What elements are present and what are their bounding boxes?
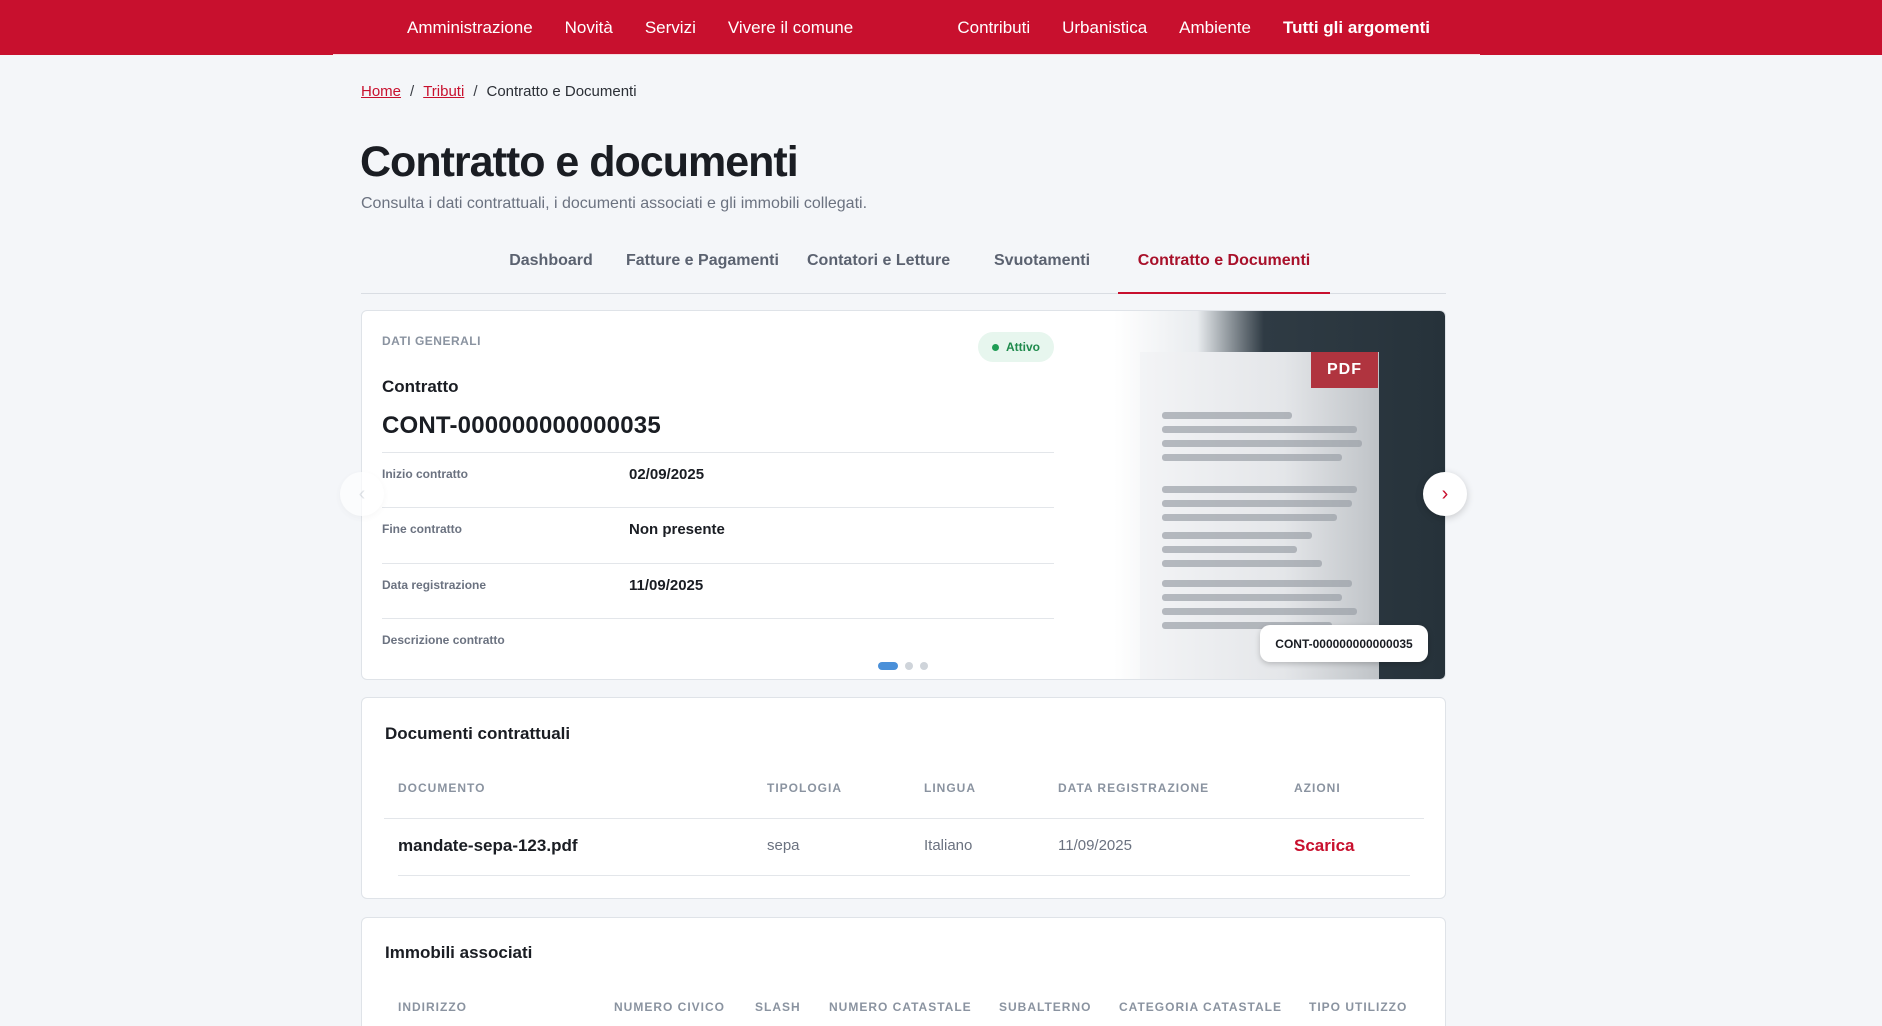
nav-link-urbanistica[interactable]: Urbanistica (1062, 18, 1147, 38)
section-tabs: Dashboard Fatture e Pagamenti Contatori … (361, 240, 1446, 294)
status-badge: Attivo (978, 332, 1054, 362)
nav-link-vivere-il-comune[interactable]: Vivere il comune (728, 18, 853, 38)
document-text-line (1162, 412, 1292, 419)
pdf-preview-label: CONT-000000000000035 (1260, 625, 1428, 662)
breadcrumb-separator: / (410, 83, 415, 100)
documents-panel: Documenti contrattuali DOCUMENTO TIPOLOG… (361, 697, 1446, 899)
topics-menu: Contributi Urbanistica Ambiente Tutti gl… (925, 0, 1430, 55)
column-header-numero-catastale: NUMERO CATASTALE (829, 1000, 972, 1014)
field-row-inizio-contratto: Inizio contratto 02/09/2025 (382, 452, 1054, 507)
field-label: Descrizione contratto (382, 633, 505, 647)
column-header-indirizzo: INDIRIZZO (398, 1000, 467, 1014)
nav-link-servizi[interactable]: Servizi (645, 18, 696, 38)
carousel-dot[interactable] (920, 662, 928, 670)
document-text-line (1162, 608, 1357, 615)
column-header-data-registrazione: DATA REGISTRAZIONE (1058, 781, 1210, 795)
table-divider (398, 875, 1410, 876)
field-label: Data registrazione (382, 578, 487, 592)
column-header-categoria-catastale: CATEGORIA CATASTALE (1119, 1000, 1282, 1014)
tab-contatori-e-letture[interactable]: Contatori e Letture (807, 252, 950, 294)
contract-label: Contratto (382, 377, 459, 396)
document-text-line (1162, 580, 1352, 587)
documents-panel-title: Documenti contrattuali (385, 724, 571, 743)
status-dot-icon (992, 343, 999, 351)
chevron-right-icon: › (1441, 483, 1449, 505)
tab-svuotamenti[interactable]: Svuotamenti (994, 252, 1090, 294)
nav-link-novita[interactable]: Novità (565, 18, 613, 38)
field-value: 02/09/2025 (629, 466, 705, 483)
document-text-line (1162, 500, 1352, 507)
page-title: Contratto e documenti (360, 138, 799, 186)
document-text-line (1162, 594, 1342, 601)
column-header-slash: SLASH (755, 1000, 801, 1014)
breadcrumb-tributi-link[interactable]: Tributi (423, 83, 464, 100)
breadcrumb-home-link[interactable]: Home (361, 83, 401, 100)
column-header-subalterno: SUBALTERNO (999, 1000, 1092, 1014)
document-text-line (1162, 486, 1357, 493)
document-text-line (1162, 440, 1362, 447)
carousel-dot[interactable] (905, 662, 913, 670)
document-text-line (1162, 560, 1322, 567)
document-text-line (1162, 454, 1342, 461)
section-kicker: DATI GENERALI (382, 334, 481, 348)
carousel-dot-active[interactable] (878, 662, 898, 670)
page-subtitle: Consulta i dati contrattuali, i document… (361, 195, 868, 212)
nav-link-amministrazione[interactable]: Amministrazione (407, 18, 533, 38)
document-text-line (1162, 532, 1312, 539)
field-label: Inizio contratto (382, 467, 468, 481)
carousel-next-button[interactable]: › (1423, 472, 1467, 516)
tab-contratto-e-documenti[interactable]: Contratto e Documenti (1118, 252, 1330, 294)
nav-link-tutti-gli-argomenti[interactable]: Tutti gli argomenti (1283, 18, 1430, 38)
field-label: Fine contratto (382, 522, 462, 536)
column-header-tipo-utilizzo: TIPO UTILIZZO (1309, 1000, 1408, 1014)
field-value: 11/09/2025 (629, 577, 704, 594)
table-divider (384, 818, 1424, 819)
breadcrumb-current: Contratto e Documenti (486, 83, 637, 100)
document-text-line (1162, 514, 1337, 521)
document-date: 11/09/2025 (1058, 837, 1132, 854)
chevron-left-icon: ‹ (358, 483, 366, 505)
document-text-line (1162, 426, 1357, 433)
carousel-previous-button[interactable]: ‹ (340, 472, 384, 516)
field-row-data-registrazione: Data registrazione 11/09/2025 (382, 563, 1054, 618)
carousel-pagination (878, 662, 928, 670)
field-value: Non presente (629, 521, 725, 538)
document-text-line (1162, 546, 1297, 553)
tab-fatture-e-pagamenti[interactable]: Fatture e Pagamenti (626, 252, 779, 294)
column-header-lingua: LINGUA (924, 781, 976, 795)
document-name: mandate-sepa-123.pdf (398, 836, 578, 855)
column-header-documento: DOCUMENTO (398, 781, 486, 795)
breadcrumb-separator: / (473, 83, 478, 100)
field-row-descrizione-contratto: Descrizione contratto (382, 618, 1054, 673)
status-badge-label: Attivo (1006, 340, 1040, 354)
nav-link-ambiente[interactable]: Ambiente (1179, 18, 1251, 38)
column-header-azioni: AZIONI (1294, 781, 1341, 795)
contract-card: DATI GENERALI Attivo Contratto CONT-0000… (361, 310, 1446, 680)
pdf-badge: PDF (1311, 352, 1378, 388)
top-navigation-inner: Amministrazione Novità Servizi Vivere il… (333, 0, 1480, 55)
properties-panel-title: Immobili associati (385, 943, 533, 962)
document-type: sepa (767, 837, 800, 854)
document-language: Italiano (924, 837, 973, 854)
contract-id: CONT-000000000000035 (382, 412, 661, 439)
nav-link-contributi[interactable]: Contributi (957, 18, 1030, 38)
download-link[interactable]: Scarica (1294, 836, 1355, 856)
top-navigation-bar: Amministrazione Novità Servizi Vivere il… (0, 0, 1882, 55)
properties-panel: Immobili associati INDIRIZZO NUMERO CIVI… (361, 917, 1446, 1026)
pdf-preview[interactable]: PDF CONT-000000000000035 (1114, 311, 1445, 679)
column-header-numero-civico: NUMERO CIVICO (614, 1000, 726, 1014)
main-menu: Amministrazione Novità Servizi Vivere il… (407, 0, 885, 55)
breadcrumb: Home / Tributi / Contratto e Documenti (361, 83, 637, 100)
column-header-tipologia: TIPOLOGIA (767, 781, 842, 795)
tab-dashboard[interactable]: Dashboard (501, 252, 601, 294)
field-row-fine-contratto: Fine contratto Non presente (382, 507, 1054, 562)
